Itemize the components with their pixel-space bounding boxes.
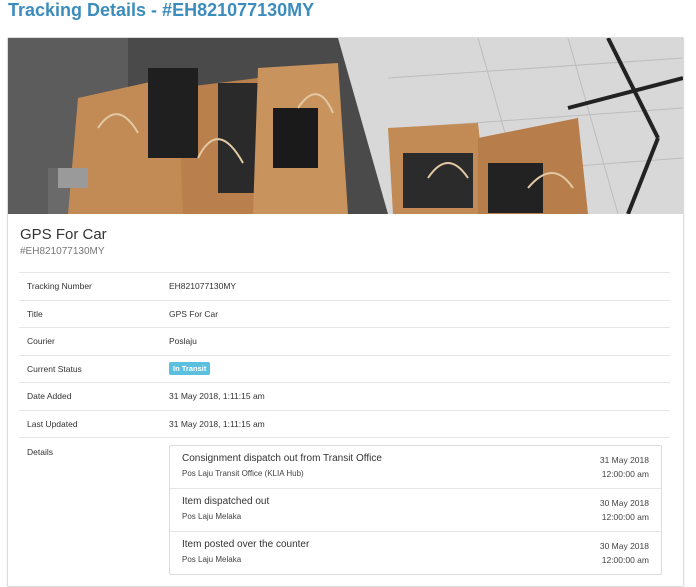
tracking-event: Item posted over the counter Pos Laju Me…: [170, 531, 661, 574]
info-row-tracking-number: Tracking Number EH821077130MY: [19, 272, 670, 300]
info-label: Date Added: [19, 382, 161, 410]
info-value: Poslaju: [161, 327, 670, 355]
info-row-details: Details Consignment dispatch out from Tr…: [19, 437, 670, 575]
page-title: Tracking Details - #EH821077130MY: [8, 0, 315, 20]
info-label: Tracking Number: [19, 272, 161, 300]
event-time: 12:00:00 am: [601, 469, 649, 479]
tracking-event: Item dispatched out Pos Laju Melaka 30 M…: [170, 488, 661, 531]
hero-image: [8, 38, 683, 214]
info-value: GPS For Car: [161, 299, 670, 328]
tracking-info-table: Tracking Number EH821077130MY Title GPS …: [19, 272, 670, 575]
info-row-status: Current Status In Transit: [19, 354, 670, 383]
info-label: Current Status: [19, 354, 161, 383]
event-location: Pos Laju Transit Office (KLIA Hub): [182, 469, 304, 478]
info-label: Title: [19, 299, 161, 328]
event-time: 12:00:00 am: [601, 555, 649, 565]
event-time: 12:00:00 am: [601, 512, 649, 522]
tracking-events-list: Consignment dispatch out from Transit Of…: [169, 445, 662, 575]
info-row-last-updated: Last Updated 31 May 2018, 1:11:15 am: [19, 409, 670, 438]
event-title: Item dispatched out: [182, 496, 270, 507]
info-label: Details: [19, 437, 161, 575]
info-label: Courier: [19, 327, 161, 355]
status-badge: In Transit: [169, 362, 211, 376]
event-location: Pos Laju Melaka: [182, 512, 242, 521]
event-title: Consignment dispatch out from Transit Of…: [182, 453, 382, 464]
tracking-card: GPS For Car #EH821077130MY Tracking Numb…: [7, 37, 684, 587]
info-value: EH821077130MY: [161, 272, 670, 300]
info-label: Last Updated: [19, 409, 161, 438]
info-row-title: Title GPS For Car: [19, 299, 670, 328]
info-row-courier: Courier Poslaju: [19, 327, 670, 355]
event-title: Item posted over the counter: [182, 539, 310, 550]
info-row-date-added: Date Added 31 May 2018, 1:11:15 am: [19, 382, 670, 410]
tracking-event: Consignment dispatch out from Transit Of…: [170, 446, 661, 488]
info-value: 31 May 2018, 1:11:15 am: [161, 382, 670, 410]
event-date: 30 May 2018: [599, 541, 649, 551]
event-location: Pos Laju Melaka: [182, 555, 242, 564]
info-value: 31 May 2018, 1:11:15 am: [161, 409, 670, 438]
product-tracking-id: #EH821077130MY: [20, 246, 105, 257]
event-date: 31 May 2018: [599, 455, 649, 465]
event-date: 30 May 2018: [599, 498, 649, 508]
product-title: GPS For Car: [20, 226, 107, 243]
